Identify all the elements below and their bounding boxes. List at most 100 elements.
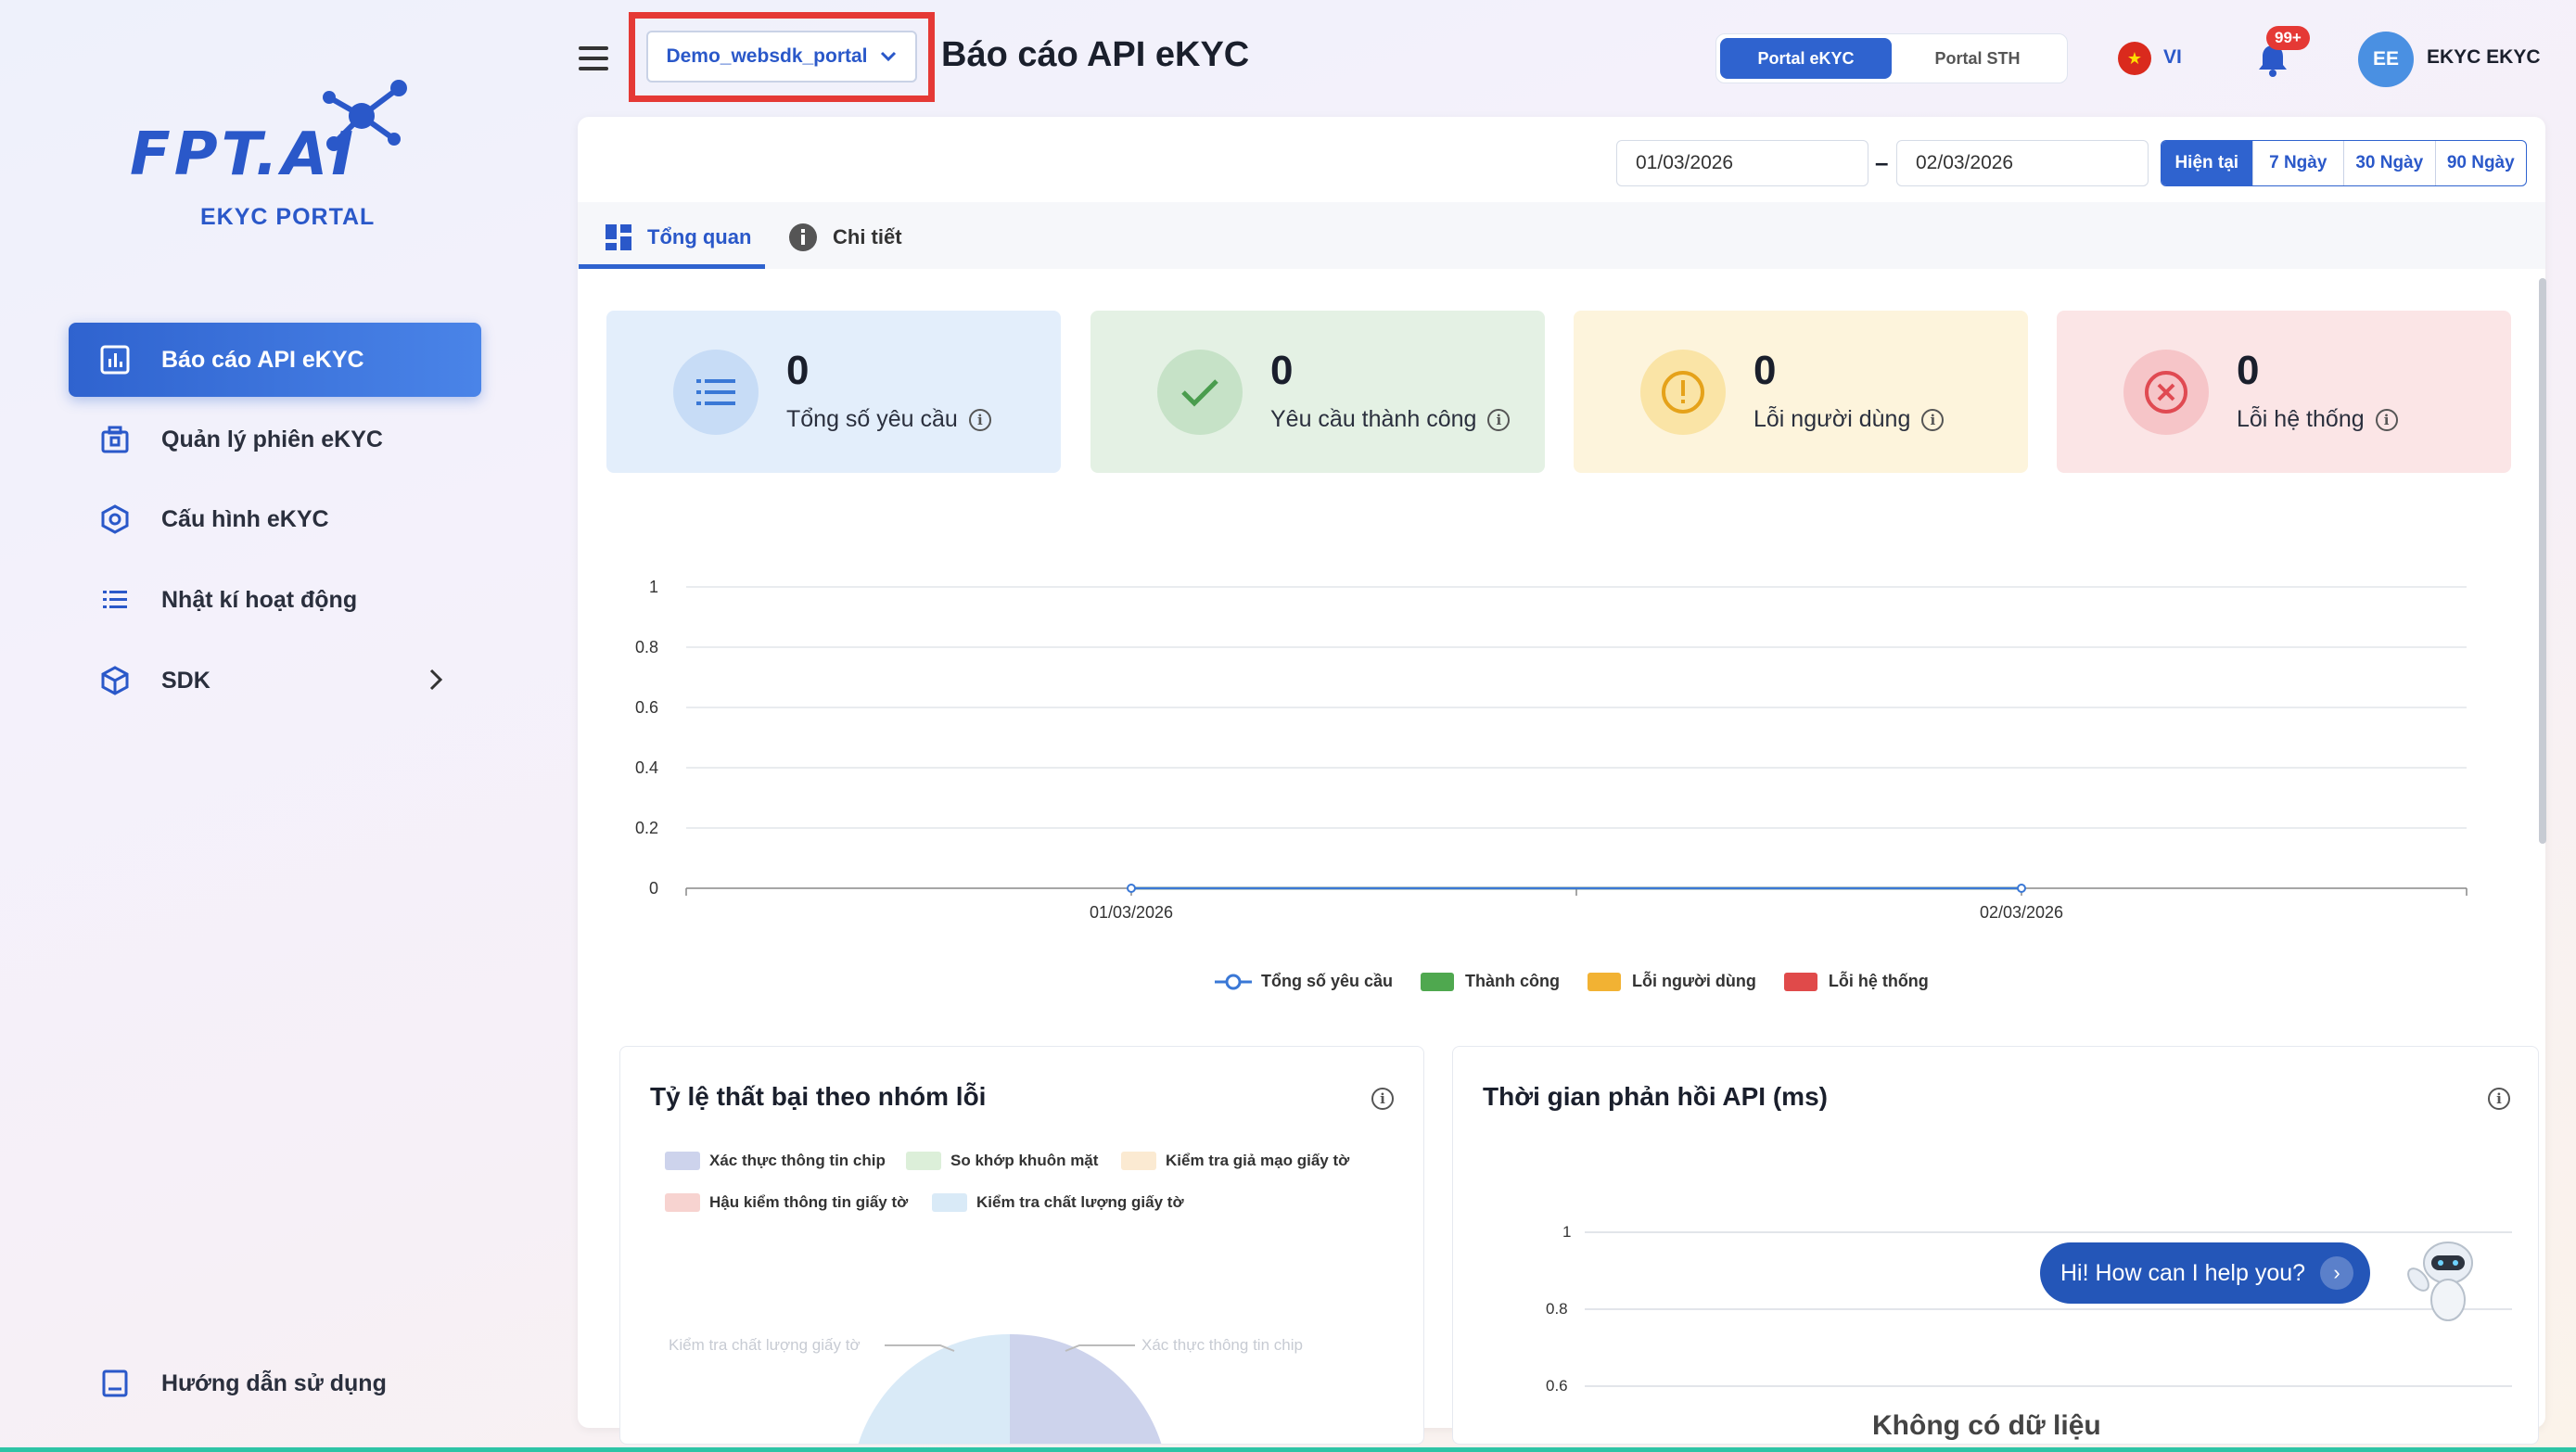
robot-assistant-icon[interactable] — [2405, 1233, 2489, 1331]
stat-label: Lỗi người dùng — [1753, 406, 1911, 432]
sidebar-item-sdk[interactable]: SDK — [69, 643, 481, 718]
sidebar-item-activity-log[interactable]: Nhật kí hoạt động — [69, 563, 481, 637]
portal-sth-button[interactable]: Portal STH — [1892, 38, 2063, 79]
y-tick-label: 0.4 — [635, 758, 658, 777]
y-tick-label: 0.2 — [635, 819, 658, 837]
sidebar-item-label: Quản lý phiên eKYC — [161, 426, 383, 452]
tab-overview[interactable]: Tổng quan — [605, 210, 751, 265]
pie-slice-chip-verification — [1010, 1333, 1162, 1444]
date-range-separator: – — [1875, 148, 1889, 176]
list-icon — [96, 581, 134, 618]
legend-item-total[interactable]: Tổng số yêu cầu — [1215, 972, 1393, 991]
menu-toggle-icon[interactable] — [579, 46, 608, 70]
check-icon — [1157, 349, 1243, 435]
cube-icon — [96, 662, 134, 699]
legend-item-user-error[interactable]: Lỗi người dùng — [1588, 972, 1756, 991]
y-tick-label: 0 — [649, 879, 658, 898]
error-icon — [2123, 349, 2209, 435]
page-title: Báo cáo API eKYC — [941, 35, 1250, 74]
book-icon — [96, 1365, 134, 1402]
stat-label: Lỗi hệ thống — [2237, 406, 2365, 432]
failure-pie-chart — [858, 1333, 1162, 1444]
y-tick-label: 0.6 — [635, 698, 658, 717]
active-tab-indicator — [579, 264, 765, 269]
language-selector[interactable]: VI — [2163, 46, 2182, 69]
empty-state-text: Không có dữ liệu — [1872, 1410, 2101, 1441]
info-icon[interactable]: i — [1487, 408, 1511, 431]
scrollbar[interactable] — [2539, 278, 2546, 844]
gridline — [1585, 1231, 2512, 1233]
failure-rate-card: Tỷ lệ thất bại theo nhóm lỗi i Xác thực … — [619, 1046, 1424, 1445]
session-icon — [96, 421, 134, 458]
y-tick-label: 0.6 — [1546, 1377, 1568, 1395]
stat-card-user-error: 0 Lỗi người dùng i — [1574, 311, 2028, 473]
chat-assistant-button[interactable]: Hi! How can I help you? › — [2040, 1242, 2370, 1304]
x-tick-label: 01/03/2026 — [1090, 903, 1173, 922]
legend-item-system-error[interactable]: Lỗi hệ thống — [1783, 972, 1929, 991]
info-icon[interactable]: i — [2375, 408, 2398, 431]
data-point — [2017, 884, 2026, 893]
info-filled-icon — [788, 223, 818, 252]
logo-subtitle: EKYC PORTAL — [200, 204, 376, 230]
pie-slice-document-quality — [858, 1333, 1010, 1444]
stat-label: Tổng số yêu cầu — [786, 406, 958, 432]
bottom-accent-line — [0, 1447, 2576, 1452]
info-icon[interactable]: i — [2488, 1088, 2510, 1110]
stat-value: 0 — [786, 348, 810, 393]
y-tick-label: 0.8 — [1546, 1300, 1568, 1318]
stat-card-success: 0 Yêu cầu thành công i — [1090, 311, 1545, 473]
portal-ekyc-button[interactable]: Portal eKYC — [1720, 38, 1892, 79]
sidebar-item-session-management[interactable]: Quản lý phiên eKYC — [69, 402, 481, 477]
vietnam-flag-icon[interactable]: ★ — [2118, 42, 2151, 75]
legend-item-success[interactable]: Thành công — [1421, 972, 1560, 991]
range-90-days-button[interactable]: 90 Ngày — [2434, 141, 2527, 185]
date-to-input[interactable]: 02/03/2026 — [1896, 140, 2149, 186]
sidebar-item-user-guide[interactable]: Hướng dẫn sử dụng — [69, 1346, 481, 1420]
bar-chart-icon — [96, 341, 134, 378]
stat-value: 0 — [1753, 348, 1777, 393]
tab-label: Tổng quan — [647, 225, 752, 248]
tab-details[interactable]: Chi tiết — [788, 210, 902, 265]
legend-label: Lỗi người dùng — [1632, 972, 1756, 990]
response-time-card: Thời gian phản hồi API (ms) i 1 0.8 0.6 … — [1452, 1046, 2539, 1445]
stat-card-system-error: 0 Lỗi hệ thống i — [2057, 311, 2511, 473]
sidebar-item-api-report[interactable]: Báo cáo API eKYC — [69, 323, 481, 397]
range-30-days-button[interactable]: 30 Ngày — [2343, 141, 2435, 185]
user-name[interactable]: EKYC EKYC — [2427, 46, 2541, 69]
range-7-days-button[interactable]: 7 Ngày — [2251, 141, 2344, 185]
sidebar-item-ekyc-config[interactable]: Cấu hình eKYC — [69, 482, 481, 556]
legend-line-marker-icon — [1215, 974, 1252, 989]
notification-badge: 99+ — [2266, 26, 2310, 50]
stat-value: 0 — [1270, 348, 1294, 393]
sidebar-item-label: Nhật kí hoạt động — [161, 586, 358, 613]
chevron-right-icon — [427, 666, 445, 700]
sidebar-item-label: Cấu hình eKYC — [161, 505, 329, 532]
legend-label: Thành công — [1465, 972, 1561, 990]
logo-text: FPT.AI — [130, 121, 358, 189]
y-tick-label: 0.8 — [635, 638, 658, 656]
y-tick-label: 1 — [649, 578, 658, 596]
date-from-input[interactable]: 01/03/2026 — [1616, 140, 1868, 186]
chat-text: Hi! How can I help you? — [2060, 1259, 2306, 1286]
avatar[interactable]: EE — [2358, 32, 2414, 87]
info-icon[interactable]: i — [1921, 408, 1945, 431]
gridline — [1585, 1385, 2512, 1387]
workspace-select-value: Demo_websdk_portal — [666, 45, 868, 67]
requests-line-chart: 1 0.8 0.6 0.4 0.2 0 01/03/2026 02/03/2026 — [635, 578, 2468, 922]
legend-label: Tổng số yêu cầu — [1261, 972, 1394, 990]
workspace-select[interactable]: Demo_websdk_portal — [646, 31, 917, 83]
warning-icon — [1640, 349, 1726, 435]
chevron-right-icon: › — [2320, 1256, 2354, 1290]
pie-label: Xác thực thông tin chip — [1141, 1336, 1303, 1354]
list-icon — [673, 349, 759, 435]
dashboard-icon — [605, 223, 632, 251]
sidebar-item-label: Báo cáo API eKYC — [161, 346, 364, 373]
legend-swatch — [1783, 972, 1817, 991]
chart-legend: Tổng số yêu cầu Thành công Lỗi người dùn… — [1215, 972, 1929, 991]
range-current-button[interactable]: Hiện tại — [2162, 141, 2252, 185]
legend-swatch — [1421, 972, 1455, 991]
sidebar-item-label: Hướng dẫn sử dụng — [161, 1369, 387, 1396]
stat-label: Yêu cầu thành công — [1270, 406, 1477, 432]
stat-card-total: 0 Tổng số yêu cầu i — [606, 311, 1061, 473]
info-icon[interactable]: i — [968, 408, 991, 431]
